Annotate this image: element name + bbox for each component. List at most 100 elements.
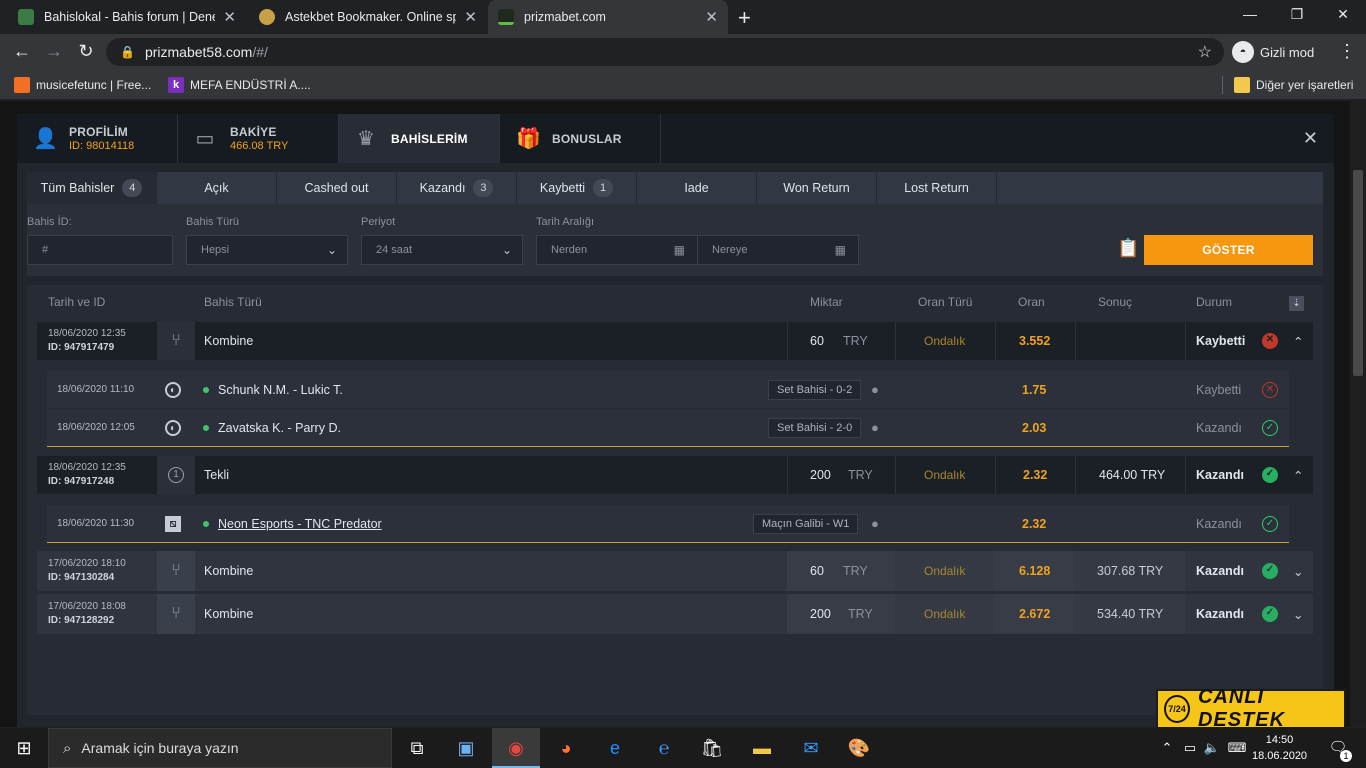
paint-icon[interactable]: 🎨	[847, 736, 871, 760]
address-bar[interactable]: 🔒 prizmabet58.com /#/ ☆	[106, 38, 1224, 66]
control-panel-icon[interactable]: ▣	[454, 736, 478, 760]
back-icon[interactable]: ←	[11, 41, 33, 62]
prizmabet-favicon-icon	[498, 9, 514, 25]
header-date-id: Tarih ve ID	[48, 295, 106, 309]
period-select[interactable]: 24 saat ⌄	[361, 235, 523, 265]
date-range-label: Tarih Aralığı	[536, 216, 595, 228]
live-support-button[interactable]: 7/24 CANLI DESTEK	[1156, 686, 1346, 731]
internet-explorer-icon[interactable]: e	[603, 736, 627, 760]
bookmarks-divider	[1222, 76, 1223, 94]
page-scrollbar[interactable]	[1350, 101, 1366, 727]
mail-icon[interactable]: ✉	[799, 736, 823, 760]
bahislokal-favicon-icon	[18, 9, 34, 25]
won-icon: ✓	[1262, 606, 1278, 622]
taskbar-search[interactable]: ⌕ Aramak için buraya yazın	[48, 728, 392, 768]
clipboard-icon[interactable]: 📋	[1117, 238, 1139, 259]
scrollbar-thumb[interactable]	[1353, 170, 1363, 376]
language-icon[interactable]: ⌨	[1225, 736, 1249, 760]
date-to-input[interactable]: Nereye ▦	[697, 235, 859, 265]
combo-icon: ⑂	[157, 322, 195, 360]
file-explorer-icon[interactable]: ▬	[750, 736, 774, 760]
subtab-tum-bahisler[interactable]: Tüm Bahisler 4	[27, 172, 157, 204]
browser-tab-astekbet[interactable]: Astekbet Bookmaker. Online spo ✕	[249, 0, 487, 34]
trophy-icon: ♛	[357, 128, 375, 150]
bookmarks-bar: musicefetunc | Free... k MEFA ENDÜSTRİ A…	[0, 70, 1366, 100]
windows-start-icon[interactable]: ⊞	[12, 736, 36, 760]
close-tab-icon[interactable]: ✕	[223, 8, 236, 26]
bookmark-star-icon[interactable]: ☆	[1198, 42, 1212, 62]
show-button[interactable]: GÖSTER	[1144, 235, 1313, 265]
chrome-icon[interactable]: ◉	[504, 736, 528, 760]
subtab-iade[interactable]: Iade	[637, 172, 757, 204]
chevron-down-icon[interactable]: ⌄	[1293, 551, 1303, 591]
tab-profilim[interactable]: 👤 PROFİLİM ID: 98014118	[17, 114, 178, 163]
won-icon: ✓	[1262, 467, 1278, 483]
volume-icon[interactable]: 🔈	[1200, 736, 1224, 760]
bookmark-mefa[interactable]: k MEFA ENDÜSTRİ A....	[168, 77, 311, 93]
url-path: /#/	[252, 44, 268, 60]
wallet-icon: ▭	[195, 128, 215, 150]
new-tab-button[interactable]: +	[738, 5, 751, 31]
subtab-kaybetti[interactable]: Kaybetti 1	[517, 172, 637, 204]
show-hidden-icons-icon[interactable]: ⌃	[1155, 736, 1179, 760]
incognito-icon: ◓	[1232, 41, 1254, 63]
count-badge: 3	[473, 179, 494, 197]
store-icon[interactable]: 🛍	[700, 736, 724, 760]
calendar-icon: ▦	[834, 243, 846, 257]
taskbar-clock[interactable]: 14:50 18.06.2020	[1252, 732, 1307, 764]
firefox-icon[interactable]: ◕	[554, 736, 578, 760]
tab-bahislerim[interactable]: ♛ BAHİSLERİM	[339, 114, 500, 163]
chevron-up-icon[interactable]: ⌃	[1293, 322, 1303, 360]
menu-icon[interactable]: ⋮	[1336, 41, 1358, 62]
date-from-input[interactable]: Nerden ▦	[536, 235, 698, 265]
subtab-lost-return[interactable]: Lost Return	[877, 172, 997, 204]
edge-icon[interactable]: ℮	[652, 736, 676, 760]
close-modal-icon[interactable]: ✕	[1303, 128, 1318, 149]
bet-type-select[interactable]: Hepsi ⌄	[186, 235, 348, 265]
subtab-kazandi[interactable]: Kazandı 3	[397, 172, 517, 204]
browser-tab-bahislokal[interactable]: Bahislokal - Bahis forum | Denem ✕	[8, 0, 246, 34]
chevron-down-icon[interactable]: ⌄	[1293, 594, 1303, 634]
stats-icon[interactable]: ●	[871, 371, 879, 408]
battery-icon[interactable]: ▭	[1178, 736, 1202, 760]
bookmark-musicefetunc[interactable]: musicefetunc | Free...	[14, 77, 151, 93]
task-view-icon[interactable]: ⧉	[405, 736, 429, 760]
minimize-window-icon[interactable]: —	[1240, 6, 1260, 22]
notification-count-badge: 1	[1340, 750, 1352, 762]
incognito-indicator[interactable]: ◓ Gizli mod	[1232, 38, 1314, 66]
close-tab-icon[interactable]: ✕	[464, 8, 477, 26]
lost-icon: ✕	[1262, 333, 1278, 349]
table-row[interactable]: 17/06/2020 18:08 ID: 947128292 ⑂ Kombine …	[37, 594, 1313, 634]
bet-type-label: Bahis Türü	[186, 216, 239, 228]
subtab-won-return[interactable]: Won Return	[757, 172, 877, 204]
subtab-acik[interactable]: Açık	[157, 172, 277, 204]
table-row[interactable]: 17/06/2020 18:10 ID: 947130284 ⑂ Kombine …	[37, 551, 1313, 591]
event-link[interactable]: Neon Esports - TNC Predator	[218, 517, 382, 531]
live-dot-icon	[203, 520, 209, 527]
reload-icon[interactable]: ↻	[75, 41, 97, 62]
bet-id-input[interactable]: #	[27, 235, 173, 265]
won-outline-icon: ✓	[1262, 419, 1278, 436]
browser-tab-prizmabet[interactable]: prizmabet.com ✕	[488, 0, 728, 34]
stats-icon[interactable]: ●	[871, 505, 879, 542]
close-window-icon[interactable]: ✕	[1333, 6, 1353, 23]
collapse-all-icon[interactable]: ⇣	[1289, 296, 1304, 311]
selection-row: 18/06/2020 11:10 ◐ Schunk N.M. - Lukic T…	[47, 371, 1289, 408]
other-bookmarks[interactable]: Diğer yer işaretleri	[1234, 77, 1353, 93]
subtab-cashed-out[interactable]: Cashed out	[277, 172, 397, 204]
table-row[interactable]: 18/06/2020 12:35 ID: 947917479 ⑂ Kombine …	[37, 322, 1313, 360]
chevron-down-icon: ⌄	[326, 243, 337, 257]
live-dot-icon	[203, 386, 209, 393]
forward-icon[interactable]: →	[43, 41, 65, 62]
selection-divider	[47, 446, 1289, 447]
close-tab-icon[interactable]: ✕	[705, 8, 718, 26]
selection-divider	[47, 542, 1289, 543]
restore-window-icon[interactable]: ❐	[1287, 6, 1307, 23]
tab-bonuslar[interactable]: 🎁 BONUSLAR	[500, 114, 661, 163]
stats-icon[interactable]: ●	[871, 409, 879, 446]
combo-icon: ⑂	[157, 594, 195, 634]
soundcloud-icon	[14, 77, 30, 93]
table-row[interactable]: 18/06/2020 12:35 ID: 947917248 1 Tekli 20…	[37, 456, 1313, 494]
chevron-up-icon[interactable]: ⌃	[1293, 456, 1303, 494]
tab-bakiye[interactable]: ▭ BAKİYE 466.08 TRY	[178, 114, 339, 163]
